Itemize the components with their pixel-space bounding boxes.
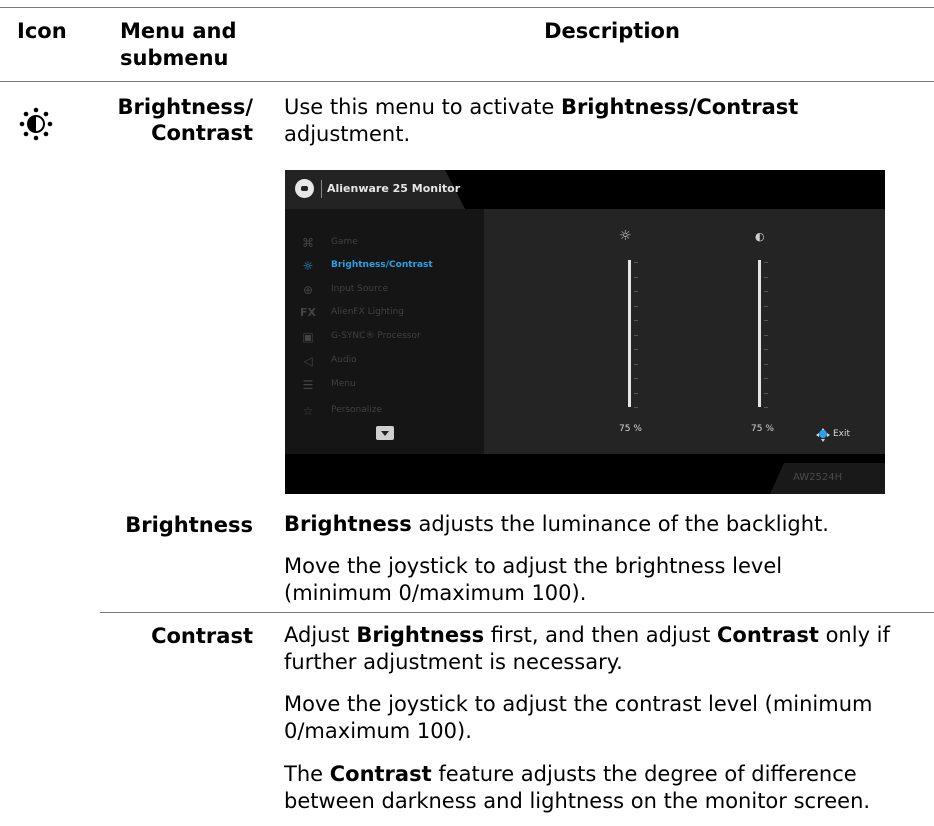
osd-menu-item-gsync-processor[interactable]: ▣ G-SYNC® Processor <box>299 328 484 346</box>
contrast-slider-tick <box>764 262 768 263</box>
exit-label[interactable]: Exit <box>833 429 850 439</box>
brightness-value: 75 % <box>619 424 642 434</box>
brightness-contrast-description: Use this menu to activate Brightness/Con… <box>284 95 799 146</box>
brightness-p2-line1: Move the joystick to adjust the brightne… <box>284 554 783 578</box>
osd-menu-item-audio[interactable]: ◁ Audio <box>299 352 484 370</box>
brightness-slider-tick <box>634 291 638 292</box>
contrast-slider-tick <box>764 276 768 278</box>
contrast-p2-line1: Move the joystick to adjust the contrast… <box>284 692 873 716</box>
table-top-rule <box>0 7 934 8</box>
contrast-value: 75 % <box>751 424 774 434</box>
contrast-p2-line2: 0/maximum 100). <box>284 719 472 743</box>
brightness-p1: Brightness adjusts the luminance of the … <box>284 512 829 536</box>
input-icon: ⊕ <box>302 283 314 297</box>
processor-icon: ▣ <box>302 330 314 344</box>
contrast-p1-line1: Adjust Brightness first, and then adjust… <box>284 623 890 647</box>
header-icon: Icon <box>17 19 67 43</box>
brightness-slider-tick <box>634 378 638 379</box>
contrast-slider-tick <box>764 392 768 394</box>
brightness-contrast-icon <box>17 105 55 143</box>
scroll-down-button[interactable] <box>376 426 394 440</box>
fx-icon: FX <box>300 306 316 319</box>
osd-menu-item-menu[interactable]: ☰ Menu <box>299 376 484 394</box>
brightness-slider-tick <box>634 407 638 408</box>
menu-icon: ☰ <box>302 378 314 392</box>
header-bottom-rule <box>0 81 934 82</box>
osd-contrast-icon: ◐ <box>755 230 765 243</box>
brightness-icon: ☼ <box>302 259 314 273</box>
contrast-p1-line2: further adjustment is necessary. <box>284 650 623 674</box>
brightness-slider-tick <box>634 276 638 278</box>
brightness-slider[interactable] <box>628 260 631 407</box>
star-icon: ☆ <box>302 404 314 418</box>
contrast-slider-tick <box>764 349 768 350</box>
osd-title: Alienware 25 Monitor <box>327 182 461 195</box>
brightness-bottom-rule <box>100 612 934 613</box>
brightness-slider-tick <box>634 334 638 336</box>
header-menu-submenu: Menu and submenu <box>120 19 237 70</box>
contrast-p3-line2: between darkness and lightness on the mo… <box>284 789 871 813</box>
osd-title-separator <box>321 180 322 198</box>
submenu-brightness: Brightness <box>125 513 253 537</box>
speaker-icon: ◁ <box>303 354 313 368</box>
osd-menu-item-input-source[interactable]: ⊕ Input Source <box>299 281 484 299</box>
contrast-slider-tick <box>764 363 768 365</box>
osd-model: AW2524H <box>793 472 843 483</box>
joystick-icon <box>816 427 830 442</box>
osd-menu-item-game[interactable]: ⌘ Game <box>299 234 484 252</box>
brightness-slider-tick <box>634 262 638 263</box>
header-description: Description <box>544 19 680 43</box>
brightness-p2-line2: (minimum 0/maximum 100). <box>284 581 587 605</box>
menu-brightness-contrast: Brightness/ Contrast <box>117 95 253 145</box>
contrast-slider[interactable] <box>758 260 761 407</box>
contrast-slider-tick <box>764 320 768 321</box>
contrast-slider-tick <box>764 305 768 307</box>
brightness-slider-tick <box>634 320 638 321</box>
brightness-slider-tick <box>634 363 638 365</box>
contrast-slider-tick <box>764 378 768 379</box>
osd-menu-item-personalize[interactable]: ☆ Personalize <box>299 402 484 420</box>
contrast-slider-tick <box>764 334 768 336</box>
alienware-logo-icon <box>295 179 314 198</box>
gamepad-icon: ⌘ <box>302 236 314 250</box>
osd-menu-item-alienfx-lighting[interactable]: FX AlienFX Lighting <box>299 304 484 322</box>
submenu-contrast: Contrast <box>151 624 253 648</box>
osd-screenshot: Alienware 25 Monitor AW2524H ⌘ Game ☼ Br… <box>285 170 885 494</box>
brightness-slider-tick <box>634 305 638 307</box>
osd-brightness-icon: ☼ <box>619 228 632 244</box>
osd-menu-item-brightness-contrast[interactable]: ☼ Brightness/Contrast <box>299 257 484 275</box>
contrast-p3-line1: The Contrast feature adjusts the degree … <box>284 762 857 786</box>
osd-adjust-panel <box>484 209 885 454</box>
brightness-slider-tick <box>634 392 638 394</box>
contrast-slider-tick <box>764 291 768 292</box>
brightness-slider-tick <box>634 349 638 350</box>
contrast-slider-tick <box>764 407 768 408</box>
